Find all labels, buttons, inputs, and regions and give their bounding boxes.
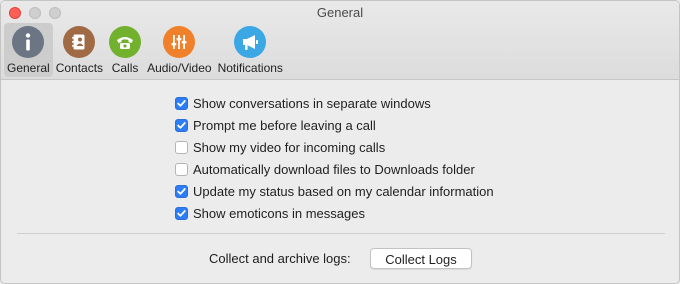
option-prompt-before-leaving[interactable]: Prompt me before leaving a call (175, 114, 494, 136)
option-label: Show emoticons in messages (193, 205, 365, 221)
tab-bar: General Contacts Calls Audio/Video Notif… (4, 23, 286, 77)
option-emoticons[interactable]: Show emoticons in messages (175, 202, 494, 224)
tab-label: General (7, 61, 50, 75)
option-calendar-status[interactable]: Update my status based on my calendar in… (175, 180, 494, 202)
megaphone-icon (234, 26, 267, 58)
checkbox[interactable] (175, 140, 188, 154)
checkbox[interactable] (175, 118, 188, 132)
option-label: Show my video for incoming calls (193, 139, 386, 155)
info-icon (12, 26, 45, 58)
tab-label: Audio/Video (147, 61, 212, 75)
checkbox[interactable] (175, 96, 188, 110)
tab-label: Calls (111, 61, 139, 75)
checkbox[interactable] (175, 184, 188, 198)
address-book-icon (63, 26, 96, 58)
window-title: General (316, 5, 364, 20)
sliders-icon (163, 26, 196, 58)
option-label: Automatically download files to Download… (193, 161, 475, 177)
tab-notifications[interactable]: Notifications (215, 23, 286, 77)
tab-audio-video[interactable]: Audio/Video (144, 23, 215, 77)
tab-label: Notifications (217, 61, 283, 75)
checkbox[interactable] (175, 162, 188, 176)
phone-icon (109, 26, 142, 58)
options-list: Show conversations in separate windows P… (175, 92, 494, 224)
option-separate-windows[interactable]: Show conversations in separate windows (175, 92, 494, 114)
option-label: Update my status based on my calendar in… (193, 183, 494, 199)
option-show-video[interactable]: Show my video for incoming calls (175, 136, 494, 158)
checkbox[interactable] (175, 206, 188, 220)
tab-label: Contacts (55, 61, 104, 75)
toolbar: General General Contacts Calls Audio/Vid… (1, 1, 679, 80)
collect-logs-button[interactable]: Collect Logs (370, 248, 472, 269)
logs-label: Collect and archive logs: (209, 251, 351, 266)
separator (17, 233, 665, 234)
tab-calls[interactable]: Calls (106, 23, 144, 77)
option-label: Prompt me before leaving a call (193, 117, 376, 133)
option-label: Show conversations in separate windows (193, 95, 431, 111)
tab-general[interactable]: General (4, 23, 53, 77)
tab-contacts[interactable]: Contacts (53, 23, 106, 77)
option-auto-download[interactable]: Automatically download files to Download… (175, 158, 494, 180)
preferences-window: General General Contacts Calls Audio/Vid… (0, 0, 680, 284)
